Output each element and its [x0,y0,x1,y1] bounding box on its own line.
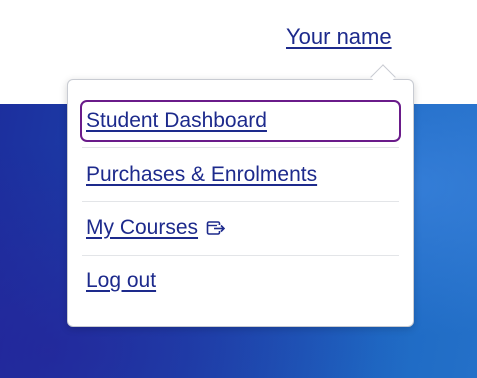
menu-item-label[interactable]: Log out [86,269,156,293]
external-link-icon [206,221,226,235]
menu-item-my-courses[interactable]: My Courses [80,207,401,249]
user-dropdown-menu: Student Dashboard Purchases & Enrolments… [67,79,414,327]
menu-divider [82,201,399,202]
menu-item-label[interactable]: Purchases & Enrolments [86,163,317,187]
menu-item-label[interactable]: My Courses [86,216,198,240]
menu-item-label[interactable]: Student Dashboard [86,109,267,133]
menu-divider [82,147,399,148]
menu-item-log-out[interactable]: Log out [80,260,401,302]
menu-divider [82,255,399,256]
menu-item-purchases-enrolments[interactable]: Purchases & Enrolments [80,154,401,196]
dropdown-caret-mask [368,80,398,90]
user-menu-toggle[interactable]: Your name [286,24,392,50]
menu-item-student-dashboard[interactable]: Student Dashboard [80,100,401,142]
